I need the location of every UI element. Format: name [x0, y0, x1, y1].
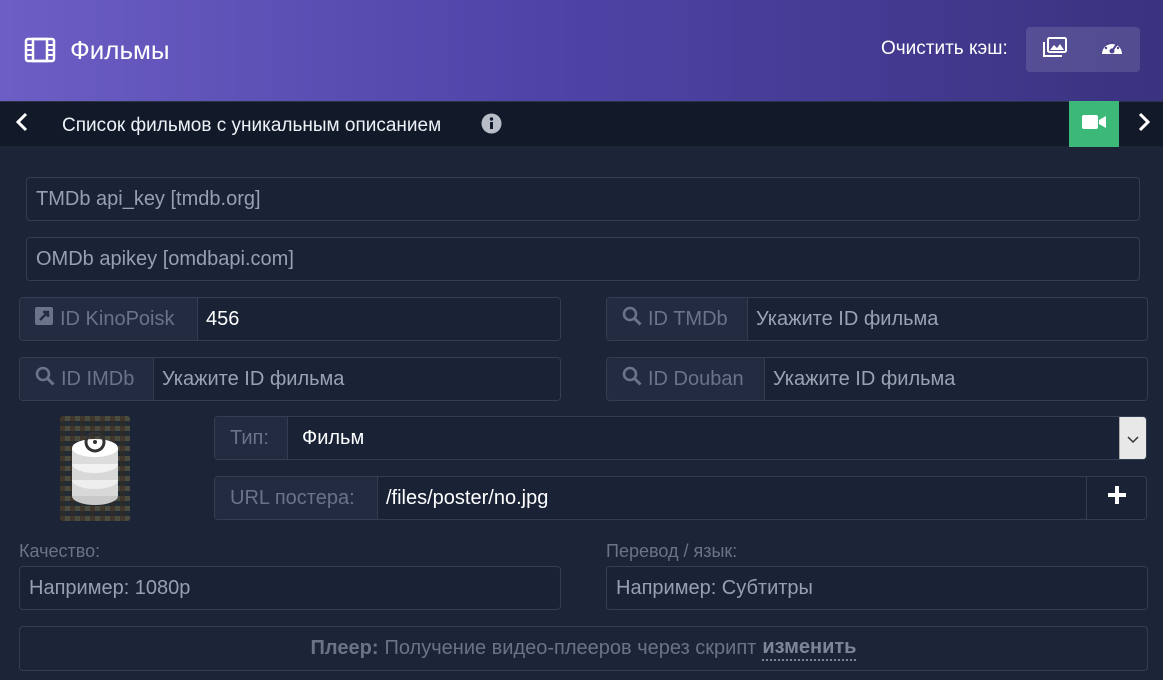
- poster-url-group: URL постера: /files/poster/no.jpg: [214, 476, 1147, 520]
- id-douban-input[interactable]: Укажите ID фильма: [765, 358, 1147, 400]
- type-label: Тип:: [230, 426, 269, 449]
- sub-navigation-bar: Список фильмов с уникальным описанием: [0, 101, 1163, 146]
- previous-button[interactable]: [0, 102, 44, 147]
- external-link-icon: [34, 306, 54, 332]
- type-select-group: Тип: Фильм: [214, 416, 1147, 460]
- omdb-api-key-placeholder: OMDb apikey [omdbapi.com]: [36, 247, 294, 270]
- images-icon: [1042, 37, 1067, 62]
- search-icon: [622, 306, 642, 332]
- id-douban-label: ID Douban: [648, 367, 744, 390]
- id-imdb-input[interactable]: Укажите ID фильма: [154, 358, 560, 400]
- add-poster-button[interactable]: [1086, 477, 1146, 519]
- player-text: Получение видео-плееров через скрипт: [384, 637, 757, 659]
- omdb-api-key-input[interactable]: OMDb apikey [omdbapi.com]: [26, 237, 1140, 281]
- app-header: Фильмы Очистить кэш:: [0, 0, 1163, 101]
- type-select[interactable]: Фильм: [288, 417, 1119, 459]
- player-label: Плеер:: [310, 637, 379, 659]
- page-title: Фильмы: [24, 30, 170, 70]
- poster-url-label: URL постера:: [230, 486, 355, 509]
- type-dropdown-button[interactable]: [1119, 417, 1146, 459]
- search-icon: [622, 366, 642, 392]
- id-tmdb-group: ID TMDb Укажите ID фильма: [606, 297, 1148, 341]
- poster-url-addon: URL постера:: [215, 477, 378, 519]
- quality-label: Качество:: [19, 541, 101, 561]
- translation-label: Перевод / язык:: [606, 541, 738, 561]
- id-tmdb-label: ID TMDb: [648, 307, 728, 330]
- player-info-bar: Плеер: Получение видео-плееров через скр…: [19, 626, 1148, 671]
- id-tmdb-input[interactable]: Укажите ID фильма: [748, 298, 1147, 340]
- clear-cache-label: Очистить кэш:: [881, 38, 1008, 59]
- translation-placeholder: Например: Субтитры: [616, 576, 813, 599]
- section-title: Список фильмов с уникальным описанием: [62, 115, 442, 136]
- poster-url-input[interactable]: /files/poster/no.jpg: [378, 477, 1086, 519]
- chevron-down-icon: [1127, 427, 1139, 450]
- translation-input[interactable]: Например: Субтитры: [606, 566, 1148, 610]
- clear-data-cache-button[interactable]: [1083, 27, 1140, 72]
- clear-image-cache-button[interactable]: [1026, 27, 1083, 72]
- next-button[interactable]: [1122, 102, 1163, 147]
- id-kinopoisk-input[interactable]: 456: [198, 298, 560, 340]
- video-camera-icon: [1081, 113, 1107, 136]
- change-player-link[interactable]: изменить: [762, 636, 857, 661]
- id-tmdb-addon: ID TMDb: [607, 298, 748, 340]
- id-imdb-addon: ID IMDb: [20, 358, 154, 400]
- video-camera-button[interactable]: [1069, 101, 1119, 147]
- chevron-left-icon: [15, 112, 29, 137]
- id-kinopoisk-addon: ID KinoPoisk: [20, 298, 198, 340]
- quality-input[interactable]: Например: 1080p: [19, 566, 561, 610]
- type-addon: Тип:: [215, 417, 288, 459]
- tmdb-api-key-placeholder: TMDb api_key [tmdb.org]: [36, 187, 261, 210]
- id-imdb-label: ID IMDb: [61, 367, 135, 390]
- tmdb-api-key-input[interactable]: TMDb api_key [tmdb.org]: [26, 177, 1140, 221]
- info-icon[interactable]: [481, 113, 502, 139]
- clear-cache-buttons: [1026, 27, 1140, 72]
- page-title-text: Фильмы: [70, 34, 170, 65]
- id-kinopoisk-group: ID KinoPoisk 456: [19, 297, 561, 341]
- id-kinopoisk-label: ID KinoPoisk: [60, 307, 175, 330]
- id-douban-group: ID Douban Укажите ID фильма: [606, 357, 1148, 401]
- id-douban-addon: ID Douban: [607, 358, 765, 400]
- poster-image[interactable]: [60, 416, 130, 521]
- search-icon: [35, 366, 55, 392]
- quality-placeholder: Например: 1080p: [29, 576, 191, 599]
- plus-icon: [1107, 486, 1126, 510]
- gauge-icon: [1100, 36, 1124, 63]
- id-imdb-group: ID IMDb Укажите ID фильма: [19, 357, 561, 401]
- film-icon: [24, 37, 56, 63]
- chevron-right-icon: [1137, 112, 1151, 137]
